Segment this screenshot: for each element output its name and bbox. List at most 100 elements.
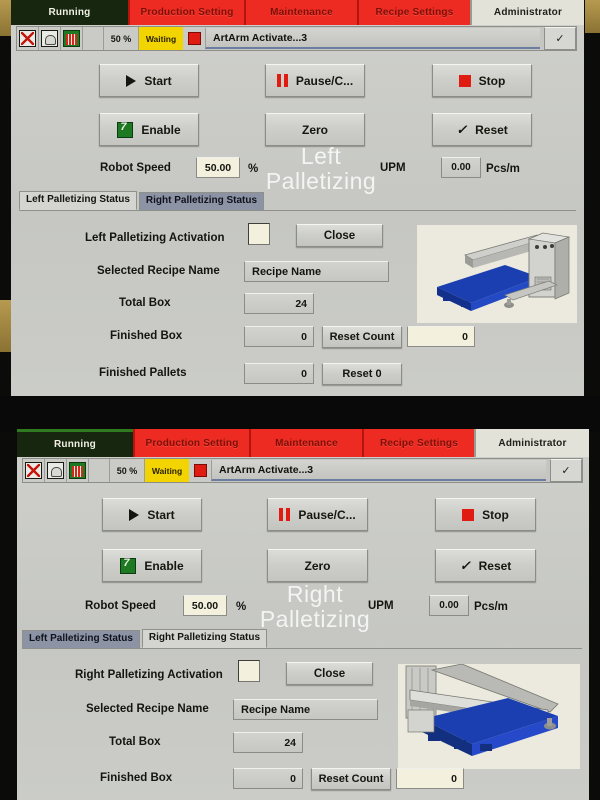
reset-pallets-button-top-label: Reset 0 xyxy=(342,368,382,380)
recipe-name-field-bottom[interactable]: Recipe Name xyxy=(233,699,378,720)
nav-tab-administrator-2-label: Administrator xyxy=(498,437,567,449)
palletizer-svg-left xyxy=(417,225,577,323)
reset-count-field-bottom[interactable]: 0 xyxy=(396,768,464,789)
enable-button-2[interactable]: Enable xyxy=(102,549,202,582)
nav-tabs-top: Running Production Setting Maintenance R… xyxy=(11,0,584,25)
tab-left-palletizing-status[interactable]: Left Palletizing Status xyxy=(19,191,137,210)
machine-state-badge: Waiting xyxy=(139,27,183,50)
toolbar-spacer xyxy=(83,27,104,50)
robot-speed-input-2[interactable]: 50.00 xyxy=(183,595,227,616)
upm-unit-label: Pcs/m xyxy=(486,163,520,175)
stop-button-2-label: Stop xyxy=(482,507,509,522)
pause-button[interactable]: Pause/C... xyxy=(265,64,365,97)
nav-tab-maintenance-2[interactable]: Maintenance xyxy=(249,429,362,457)
nav-tab-production-setting-2-label: Production Setting xyxy=(145,437,239,449)
bezel-top-right xyxy=(585,0,600,33)
start-button-2[interactable]: Start xyxy=(102,498,202,531)
total-box-label-bottom: Total Box xyxy=(109,736,161,748)
palletizing-tabbar-bottom: Left Palletizing Status Right Palletizin… xyxy=(22,629,582,649)
total-box-label-top: Total Box xyxy=(119,297,171,309)
close-button-top[interactable]: Close xyxy=(296,224,383,247)
play-icon-2 xyxy=(129,508,140,521)
hand-icon[interactable] xyxy=(39,27,61,50)
finished-box-field-bottom: 0 xyxy=(233,768,303,789)
upm-label-2: UPM xyxy=(368,600,394,612)
reset-count-button-top[interactable]: Reset Count xyxy=(322,326,402,348)
start-button-label: Start xyxy=(144,73,172,88)
nav-tab-maintenance[interactable]: Maintenance xyxy=(244,0,357,25)
speed-percent-readout: 50 % xyxy=(104,27,139,50)
stop-icon-2 xyxy=(462,508,475,521)
reset-count-button-bottom[interactable]: Reset Count xyxy=(311,768,391,790)
robot-speed-label-2: Robot Speed xyxy=(85,600,156,612)
status-message: ArtArm Activate...3 xyxy=(205,28,540,49)
start-button[interactable]: Start xyxy=(99,64,199,97)
nav-tab-administrator-2[interactable]: Administrator xyxy=(474,429,589,457)
hand-icon-2[interactable] xyxy=(45,459,67,482)
reset-button[interactable]: ✓ Reset xyxy=(432,113,532,146)
zero-button-2[interactable]: Zero xyxy=(267,549,368,582)
stop-icon xyxy=(458,74,471,87)
palletizer-illustration-right xyxy=(398,664,580,769)
tab-left-palletizing-status-2[interactable]: Left Palletizing Status xyxy=(22,630,140,648)
zero-button[interactable]: Zero xyxy=(265,113,365,146)
finished-box-label-bottom: Finished Box xyxy=(100,772,173,784)
upm-value-2: 0.00 xyxy=(429,595,469,616)
hmi-panel-right: Running Production Setting Maintenance R… xyxy=(17,429,589,800)
pause-button-label: Pause/C... xyxy=(295,73,354,88)
nav-tab-recipe-settings[interactable]: Recipe Settings xyxy=(357,0,470,25)
nav-tab-recipe-settings-2[interactable]: Recipe Settings xyxy=(362,429,474,457)
recipe-label-top: Selected Recipe Name xyxy=(97,265,220,277)
robot-speed-label: Robot Speed xyxy=(100,162,171,174)
stop-button[interactable]: Stop xyxy=(432,64,532,97)
activation-checkbox-bottom[interactable] xyxy=(238,660,260,682)
activation-checkbox-top[interactable] xyxy=(248,223,270,245)
finished-box-field-top: 0 xyxy=(244,326,314,347)
stop-button-2[interactable]: Stop xyxy=(435,498,536,531)
reset-button-label: Reset xyxy=(475,122,508,137)
nav-tab-running-label: Running xyxy=(48,7,91,18)
nav-tab-production-setting-2[interactable]: Production Setting xyxy=(133,429,249,457)
hourglass-icon-2[interactable] xyxy=(23,459,45,482)
nav-tab-running[interactable]: Running xyxy=(11,0,128,25)
pause-button-2[interactable]: Pause/C... xyxy=(267,498,368,531)
acknowledge-button[interactable]: ✓ xyxy=(544,27,576,50)
status-toolbar-bottom: 50 % Waiting ArtArm Activate...3 ✓ xyxy=(22,458,583,483)
speed-percent-readout-2: 50 % xyxy=(110,459,145,482)
nav-tab-administrator[interactable]: Administrator xyxy=(470,0,584,25)
recipe-name-field-top[interactable]: Recipe Name xyxy=(244,261,389,282)
finished-pallets-label-top: Finished Pallets xyxy=(99,367,187,379)
palletizing-tabbar-top: Left Palletizing Status Right Palletizin… xyxy=(19,191,576,211)
barrier-icon-2[interactable] xyxy=(67,459,89,482)
nav-tab-maintenance-2-label: Maintenance xyxy=(275,437,338,449)
tab-right-palletizing-status[interactable]: Right Palletizing Status xyxy=(138,192,265,210)
reset-count-field-top[interactable]: 0 xyxy=(407,326,475,347)
close-button-bottom[interactable]: Close xyxy=(286,662,373,685)
activation-label-bottom: Right Palletizing Activation xyxy=(75,669,223,681)
acknowledge-button-2[interactable]: ✓ xyxy=(550,459,582,482)
toolbar-spacer-2 xyxy=(89,459,110,482)
reset-pallets-button-top[interactable]: Reset 0 xyxy=(322,363,402,385)
reset-button-2-label: Reset xyxy=(478,558,512,573)
activation-label-top: Left Palletizing Activation xyxy=(85,232,225,244)
nav-tab-running-2-label: Running xyxy=(54,439,96,450)
enable-icon-2 xyxy=(120,557,137,574)
barrier-icon[interactable] xyxy=(61,27,83,50)
hourglass-icon[interactable] xyxy=(17,27,39,50)
reset-button-2[interactable]: ✓ Reset xyxy=(435,549,536,582)
tab-right-palletizing-status-2[interactable]: Right Palletizing Status xyxy=(141,629,268,648)
enable-button[interactable]: Enable xyxy=(99,113,199,146)
robot-speed-input[interactable]: 50.00 xyxy=(196,157,240,178)
nav-tab-production-setting-label: Production Setting xyxy=(140,7,234,18)
nav-tab-running-2[interactable]: Running xyxy=(17,429,133,457)
stop-button-label: Stop xyxy=(478,73,506,88)
nav-tab-production-setting[interactable]: Production Setting xyxy=(128,0,244,25)
alarm-led-icon xyxy=(183,27,205,50)
zero-button-label: Zero xyxy=(301,122,328,137)
status-message-2: ArtArm Activate...3 xyxy=(211,460,546,481)
reset-count-button-top-label: Reset Count xyxy=(329,331,395,343)
reset-count-button-bottom-label: Reset Count xyxy=(318,773,384,785)
hmi-panel-left: Running Production Setting Maintenance R… xyxy=(11,0,584,396)
upm-unit-label-2: Pcs/m xyxy=(474,601,508,613)
upm-value: 0.00 xyxy=(441,157,481,178)
